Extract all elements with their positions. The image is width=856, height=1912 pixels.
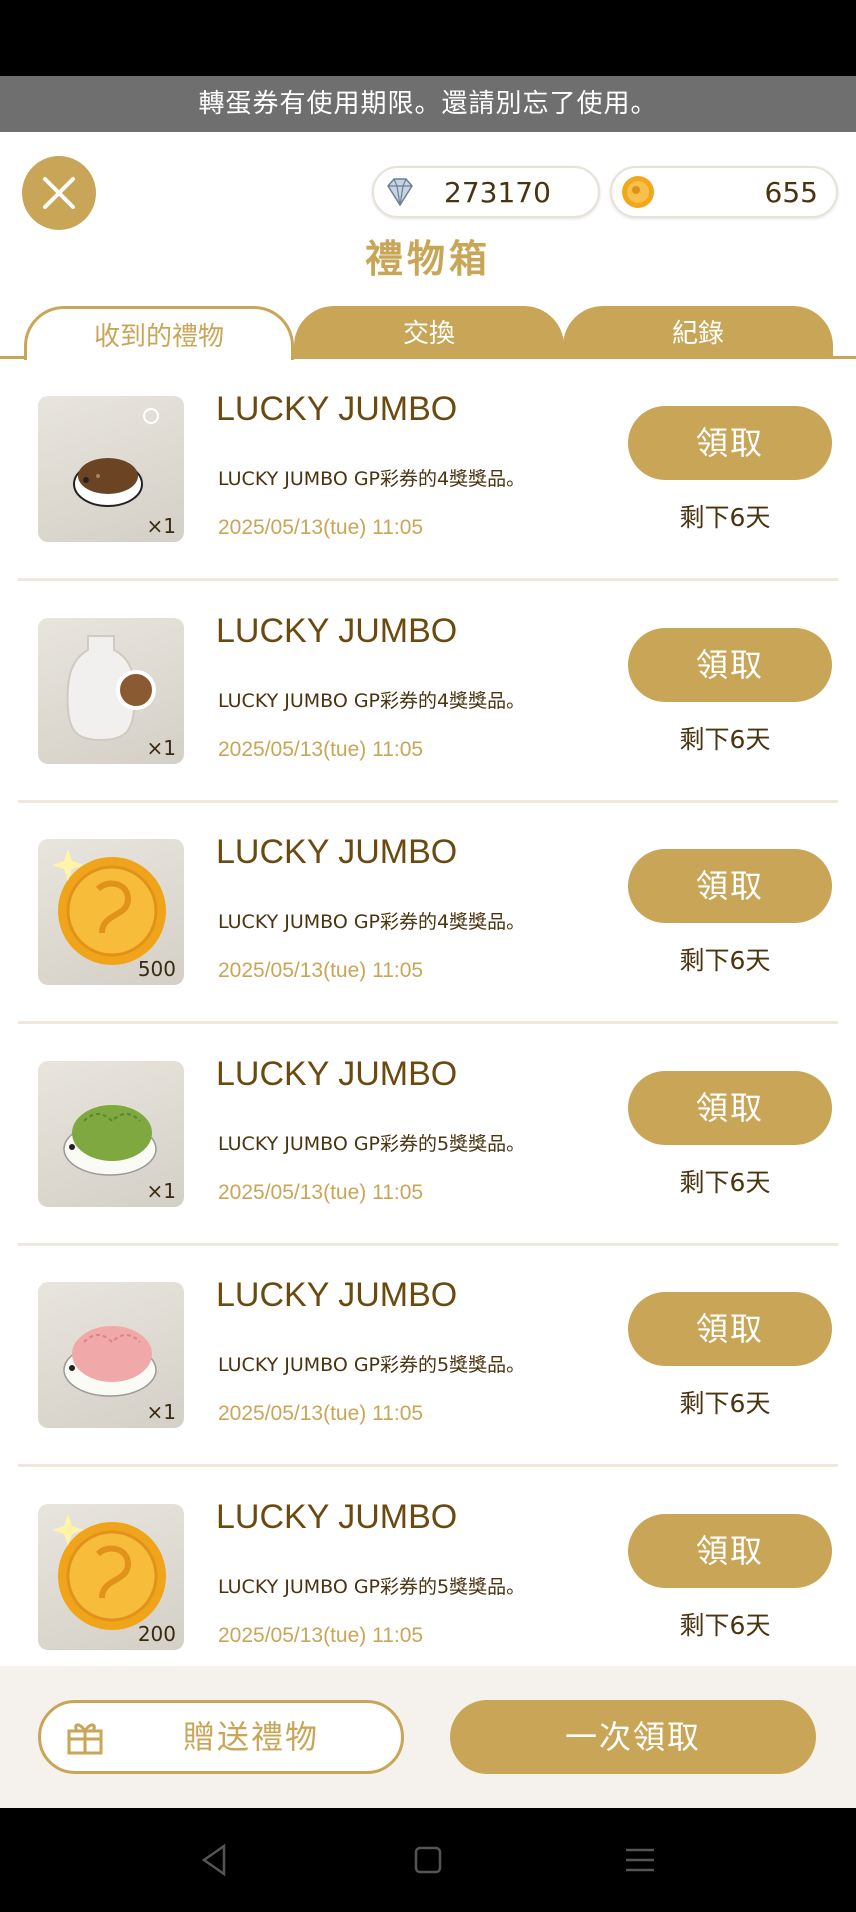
gem-count: 273170 bbox=[444, 175, 551, 209]
tab-history[interactable]: 紀錄 bbox=[563, 306, 833, 359]
gift-description: LUCKY JUMBO GP彩券的4獎獎品。 bbox=[218, 911, 526, 933]
gift-thumbnail: 500 bbox=[38, 839, 184, 985]
home-icon bbox=[414, 1846, 442, 1874]
gift-description: LUCKY JUMBO GP彩券的5獎獎品。 bbox=[218, 1354, 526, 1376]
bottom-bar: 贈送禮物 一次領取 bbox=[0, 1666, 856, 1808]
gift-name: LUCKY JUMBO bbox=[216, 1054, 458, 1093]
days-remaining: 剩下6天 bbox=[679, 1167, 771, 1197]
gift-list[interactable]: ×1 LUCKY JUMBO LUCKY JUMBO GP彩券的4獎獎品。 2025/… bbox=[0, 360, 856, 1666]
claim-button[interactable]: 領取 bbox=[628, 1070, 832, 1145]
list-item: ×1 LUCKY JUMBO LUCKY JUMBO GP彩券的4獎獎品。 2025/… bbox=[0, 582, 856, 803]
list-item: ×1 LUCKY JUMBO LUCKY JUMBO GP彩券的4獎獎品。 2025/… bbox=[0, 360, 856, 581]
menu-icon bbox=[626, 1848, 654, 1872]
notice-banner: 轉蛋券有使用期限。還請別忘了使用。 bbox=[0, 76, 856, 132]
home-button[interactable] bbox=[408, 1840, 448, 1880]
list-item: 200 LUCKY JUMBO LUCKY JUMBO GP彩券的5獎獎品。 2025… bbox=[0, 1468, 856, 1667]
send-gift-button[interactable]: 贈送禮物 bbox=[38, 1700, 404, 1774]
gift-quantity: ×1 bbox=[146, 1400, 176, 1424]
gift-thumbnail: ×1 bbox=[38, 617, 184, 764]
days-remaining: 剩下6天 bbox=[679, 946, 771, 975]
nav-bar bbox=[0, 1808, 856, 1912]
gift-description: LUCKY JUMBO GP彩券的4獎獎品。 bbox=[218, 468, 526, 490]
claim-button[interactable]: 領取 bbox=[628, 627, 832, 702]
page-title: 禮物箱 bbox=[364, 237, 491, 281]
gift-thumbnail: ×1 bbox=[38, 1282, 184, 1428]
coin-balance[interactable]: 655 bbox=[610, 166, 838, 218]
send-gift-label: 贈送禮物 bbox=[182, 1718, 319, 1756]
status-bar bbox=[0, 0, 856, 76]
menu-button[interactable] bbox=[620, 1840, 660, 1880]
coin-count: 655 bbox=[764, 175, 818, 209]
gift-description: LUCKY JUMBO GP彩券的5獎獎品。 bbox=[218, 1132, 526, 1155]
back-icon bbox=[201, 1843, 226, 1877]
close-button[interactable] bbox=[22, 156, 96, 230]
close-icon bbox=[43, 177, 75, 209]
diamond-icon bbox=[387, 178, 413, 207]
gift-thumbnail: ×1 bbox=[38, 1060, 184, 1207]
coin-icon bbox=[622, 176, 654, 208]
claim-button[interactable]: 領取 bbox=[628, 1513, 832, 1588]
claim-all-button[interactable]: 一次領取 bbox=[450, 1700, 816, 1774]
gift-description: LUCKY JUMBO GP彩券的5獎獎品。 bbox=[218, 1575, 526, 1598]
claim-button[interactable]: 領取 bbox=[628, 849, 832, 923]
gift-thumbnail: 200 bbox=[38, 1503, 184, 1650]
days-remaining: 剩下6天 bbox=[679, 724, 771, 754]
gift-description: LUCKY JUMBO GP彩券的4獎獎品。 bbox=[218, 689, 526, 712]
gift-name: LUCKY JUMBO bbox=[216, 390, 458, 428]
gift-icon bbox=[67, 1723, 103, 1755]
gem-balance[interactable]: 273170 bbox=[372, 166, 600, 218]
gift-date: 2025/05/13(tue) 11:05 bbox=[218, 1180, 424, 1204]
gift-date: 2025/05/13(tue) 11:05 bbox=[218, 1623, 424, 1647]
gift-name: LUCKY JUMBO bbox=[216, 833, 458, 871]
gift-quantity: ×1 bbox=[146, 1178, 176, 1203]
gift-date: 2025/05/13(tue) 11:05 bbox=[218, 737, 424, 761]
gift-name: LUCKY JUMBO bbox=[216, 611, 458, 650]
gift-quantity: 500 bbox=[137, 957, 176, 981]
tab-received-gifts[interactable]: 收到的禮物 bbox=[24, 306, 294, 360]
tab-exchange[interactable]: 交換 bbox=[294, 306, 564, 359]
gift-quantity: ×1 bbox=[146, 735, 176, 760]
gift-name: LUCKY JUMBO bbox=[216, 1497, 458, 1536]
days-remaining: 剩下6天 bbox=[679, 1389, 771, 1418]
gift-date: 2025/05/13(tue) 11:05 bbox=[218, 516, 424, 539]
gift-date: 2025/05/13(tue) 11:05 bbox=[218, 1402, 424, 1425]
list-item: ×1 LUCKY JUMBO LUCKY JUMBO GP彩券的5獎獎品。 2025/… bbox=[0, 1025, 856, 1246]
gift-name: LUCKY JUMBO bbox=[216, 1276, 458, 1314]
gift-thumbnail: ×1 bbox=[38, 396, 184, 542]
list-item: ×1 LUCKY JUMBO LUCKY JUMBO GP彩券的5獎獎品。 2025/… bbox=[0, 1246, 856, 1467]
gift-quantity: 200 bbox=[137, 1621, 176, 1646]
gift-quantity: ×1 bbox=[146, 514, 176, 538]
claim-button[interactable]: 領取 bbox=[628, 1292, 832, 1366]
claim-button[interactable]: 領取 bbox=[628, 406, 832, 480]
list-item: 500 LUCKY JUMBO LUCKY JUMBO GP彩券的4獎獎品。 2025… bbox=[0, 803, 856, 1024]
days-remaining: 剩下6天 bbox=[679, 503, 771, 532]
back-button[interactable] bbox=[194, 1840, 234, 1880]
days-remaining: 剩下6天 bbox=[679, 1610, 771, 1640]
gift-date: 2025/05/13(tue) 11:05 bbox=[218, 959, 424, 982]
